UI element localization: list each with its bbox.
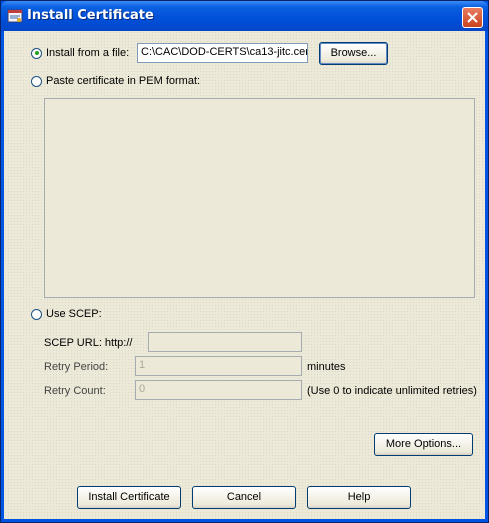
help-button[interactable]: Help	[307, 486, 411, 509]
install-from-file-radio[interactable]	[31, 47, 42, 59]
retry-period-label: Retry Period:	[44, 361, 109, 373]
install-from-file-option[interactable]: Install from a file:	[31, 47, 129, 59]
install-certificate-button[interactable]: Install Certificate	[77, 486, 181, 509]
scep-url-label: SCEP URL: http://	[44, 337, 133, 349]
paste-pem-option[interactable]: Paste certificate in PEM format:	[31, 75, 200, 87]
use-scep-radio[interactable]	[31, 308, 42, 320]
retry-period-unit: minutes	[307, 361, 346, 373]
retry-count-input[interactable]: 0	[135, 380, 302, 400]
close-button[interactable]	[462, 7, 483, 28]
file-path-input[interactable]: C:\CAC\DOD-CERTS\ca13-jitc.cer	[137, 43, 308, 63]
retry-period-input[interactable]: 1	[135, 356, 302, 376]
more-options-button[interactable]: More Options...	[374, 433, 473, 456]
install-certificate-dialog: Install Certificate Install from a file:…	[0, 0, 489, 523]
scep-url-input[interactable]	[148, 332, 302, 352]
paste-pem-radio[interactable]	[31, 75, 42, 87]
certificate-app-icon	[7, 8, 23, 24]
install-from-file-label: Install from a file:	[46, 47, 130, 59]
window-title: Install Certificate	[27, 8, 154, 23]
browse-button[interactable]: Browse...	[319, 42, 388, 65]
dialog-body: Install from a file: C:\CAC\DOD-CERTS\ca…	[4, 31, 485, 519]
use-scep-label: Use SCEP:	[46, 308, 102, 320]
retry-count-label: Retry Count:	[44, 385, 106, 397]
pem-text-area[interactable]	[44, 98, 475, 298]
cancel-button[interactable]: Cancel	[192, 486, 296, 509]
use-scep-option[interactable]: Use SCEP:	[31, 308, 102, 320]
retry-count-hint: (Use 0 to indicate unlimited retries)	[307, 385, 477, 397]
title-bar[interactable]: Install Certificate	[1, 1, 488, 31]
paste-pem-label: Paste certificate in PEM format:	[46, 75, 201, 87]
